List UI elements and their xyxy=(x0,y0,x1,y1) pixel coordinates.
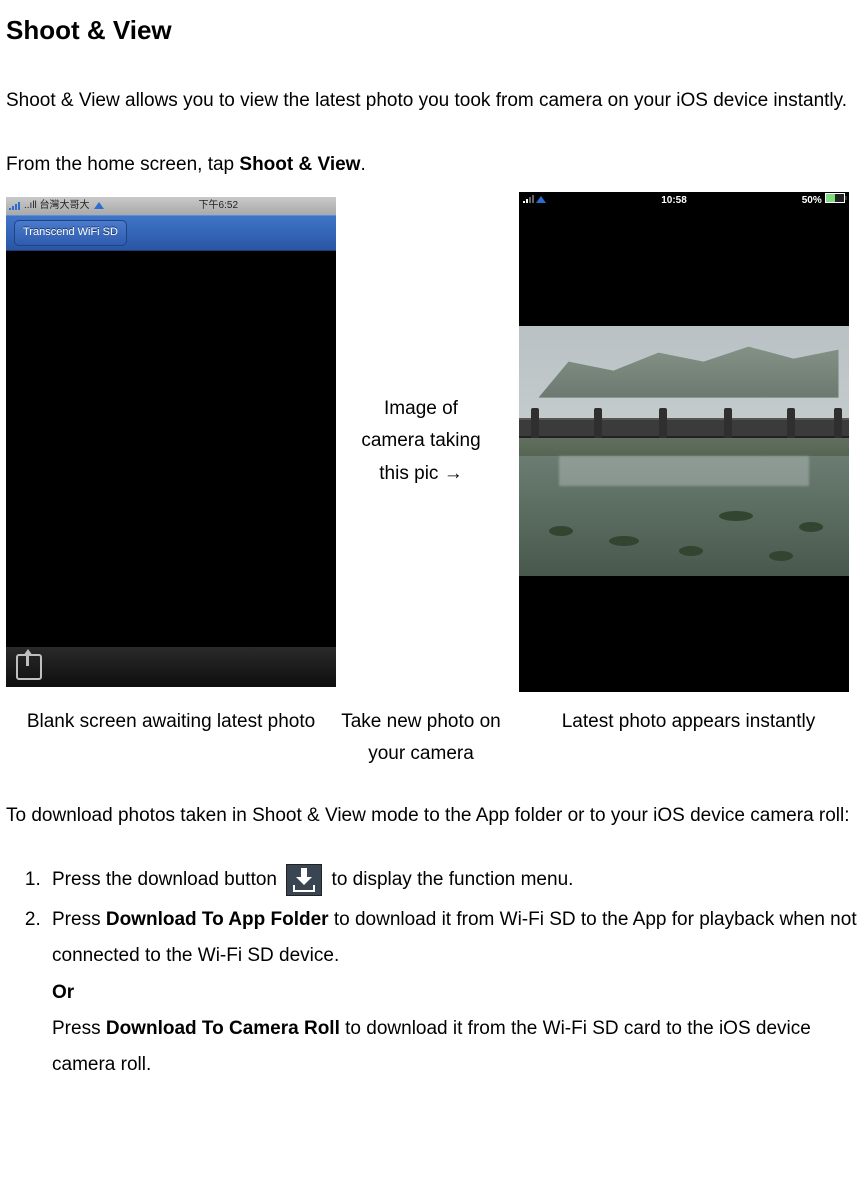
middle-note: Image of camera taking this pic → xyxy=(336,393,506,490)
back-button[interactable]: Transcend WiFi SD xyxy=(14,220,127,246)
status-bar: ..ıll 台灣大哥大 下午6:52 xyxy=(6,197,336,215)
signal-icon xyxy=(523,195,534,203)
wifi-icon xyxy=(94,202,104,209)
caption-mid: Take new photo on your camera xyxy=(336,706,506,771)
wifi-icon xyxy=(536,196,546,203)
steps-list: Press the download button to display the… xyxy=(6,862,861,1083)
bridge-photo xyxy=(519,326,849,576)
nav-bar: Transcend WiFi SD xyxy=(6,215,336,251)
captions-row: Blank screen awaiting latest photo Take … xyxy=(6,706,861,771)
photo-area-blank xyxy=(6,251,336,647)
status-time: 10:58 xyxy=(661,191,687,210)
step2-text-a: Press xyxy=(52,909,106,930)
step-2: Press Download To App Folder to download… xyxy=(46,902,861,1082)
status-time: 下午6:52 xyxy=(199,196,238,215)
middle-note-line: Image of xyxy=(384,398,458,419)
caption-left: Blank screen awaiting latest photo xyxy=(6,706,336,771)
step1-text-b: to display the function menu. xyxy=(326,869,573,890)
instruction-bold: Shoot & View xyxy=(239,154,360,175)
screenshot-blank: ..ıll 台灣大哥大 下午6:52 Transcend WiFi SD xyxy=(6,197,336,687)
signal-icon xyxy=(9,202,20,210)
toolbar xyxy=(6,647,336,687)
share-icon[interactable] xyxy=(16,654,42,680)
screenshot-photo: 10:58 50% xyxy=(519,192,849,692)
step1-text-a: Press the download button xyxy=(52,869,282,890)
carrier-text: ..ıll 台灣大哥大 xyxy=(24,196,90,215)
download-icon xyxy=(286,864,322,896)
screenshot-row: ..ıll 台灣大哥大 下午6:52 Transcend WiFi SD Ima… xyxy=(6,192,861,692)
photo-area xyxy=(519,210,849,692)
battery-icon xyxy=(825,193,845,203)
caption-right: Latest photo appears instantly xyxy=(506,706,861,771)
step2-bold2: Download To Camera Roll xyxy=(106,1018,340,1039)
middle-note-line: this pic → xyxy=(379,463,462,484)
battery-text: 50% xyxy=(802,195,822,206)
page-title: Shoot & View xyxy=(6,6,861,55)
status-bar: 10:58 50% xyxy=(519,192,849,210)
step2-bold1: Download To App Folder xyxy=(106,909,329,930)
download-intro: To download photos taken in Shoot & View… xyxy=(6,798,861,834)
middle-note-line: camera taking xyxy=(361,430,480,451)
step-1: Press the download button to display the… xyxy=(46,862,861,898)
step2-text-c: Press xyxy=(52,1018,106,1039)
step2-or: Or xyxy=(52,982,74,1003)
instruction-pre: From the home screen, tap xyxy=(6,154,239,175)
instruction-text: From the home screen, tap Shoot & View. xyxy=(6,147,861,183)
intro-text: Shoot & View allows you to view the late… xyxy=(6,83,861,119)
